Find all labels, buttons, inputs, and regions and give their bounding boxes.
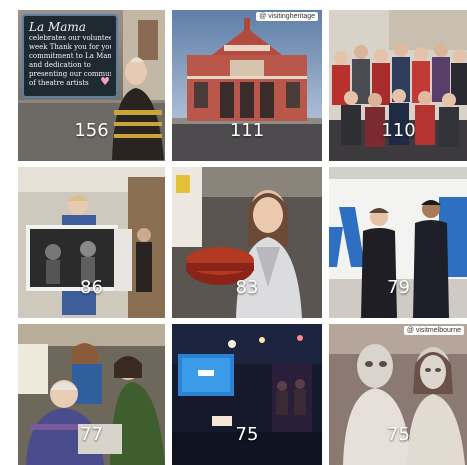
photo-tile[interactable]: 83 — [172, 167, 322, 318]
source-badge: @ visitmelbourne — [403, 326, 464, 335]
photo-tile[interactable]: La Mama celebrates our volunteers week T… — [18, 10, 165, 161]
like-count: 156 — [74, 120, 109, 141]
photo-tile[interactable]: @ visitmelbourne 75 — [329, 324, 467, 465]
chalkboard-line: presenting our community — [29, 70, 111, 78]
heart-icon: ♥ — [100, 75, 110, 88]
photo-tile[interactable]: 79 — [329, 167, 467, 318]
chalkboard-line: celebrates our volunteers — [29, 34, 111, 42]
like-count: 86 — [80, 277, 103, 298]
chalkboard-line: of theatre artists — [29, 79, 89, 87]
photo-tile[interactable]: @ visitingheritage 111 — [172, 10, 322, 161]
like-count: 75 — [235, 424, 259, 445]
like-count: 83 — [235, 277, 259, 298]
chalkboard-title: La Mama — [29, 20, 86, 34]
photo-tile[interactable]: 75 — [172, 324, 322, 465]
photo-grid: La Mama celebrates our volunteers week T… — [18, 10, 467, 465]
chalkboard-line: week Thank you for your — [29, 43, 111, 51]
like-count: 79 — [387, 277, 410, 298]
like-count: 110 — [381, 120, 416, 141]
photo-tile[interactable]: 110 — [329, 10, 467, 161]
chalkboard-line: and dedication to — [29, 61, 91, 69]
photo-tile[interactable]: 86 — [18, 167, 165, 318]
like-count: 77 — [80, 424, 103, 445]
chalkboard-line: commitment to La Mama — [29, 52, 111, 60]
source-badge: @ visitingheritage — [256, 12, 318, 21]
like-count: 111 — [229, 120, 265, 141]
photo-tile[interactable]: 77 — [18, 324, 165, 465]
chalkboard-sign: La Mama celebrates our volunteers week T… — [22, 14, 118, 98]
like-count: 75 — [387, 424, 410, 445]
